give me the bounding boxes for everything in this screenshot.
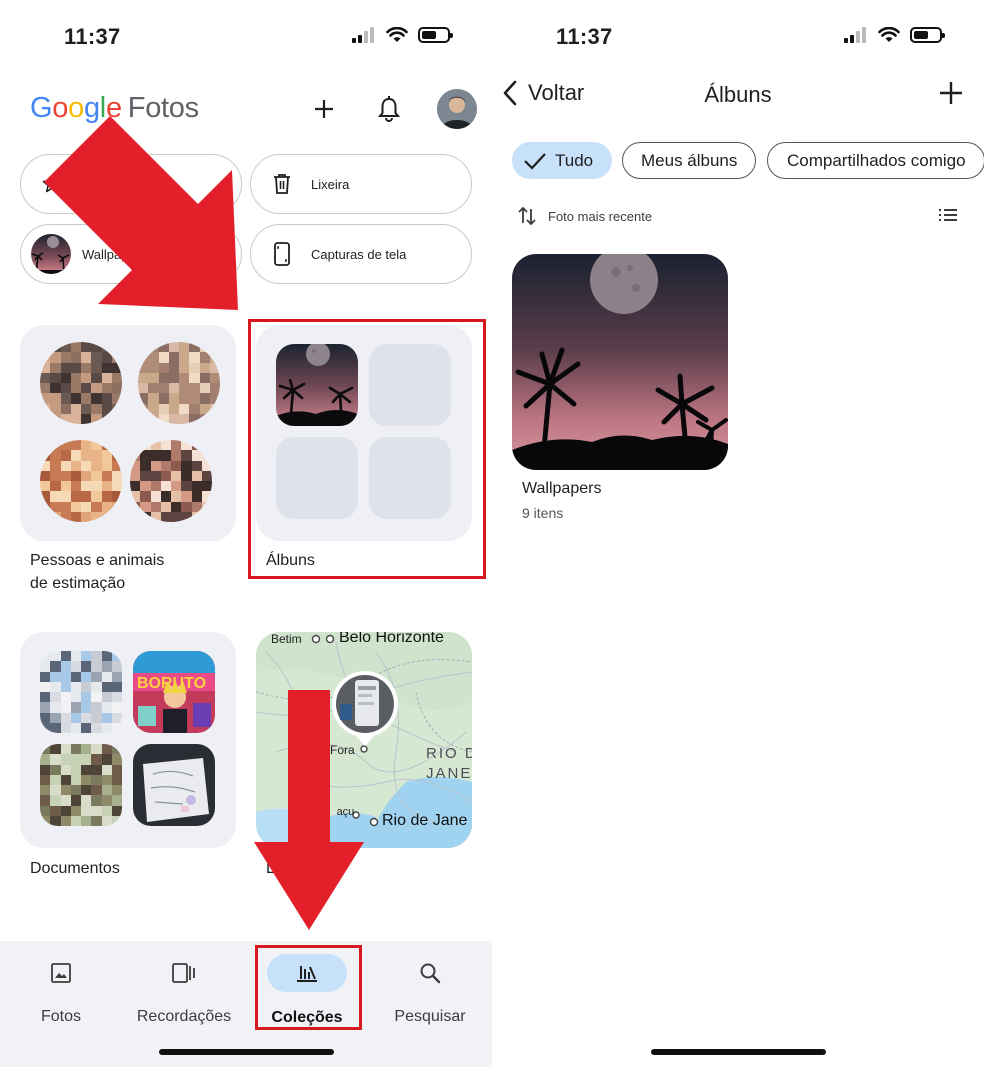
filter-chip-tudo[interactable]: Tudo	[512, 142, 613, 179]
list-view-icon[interactable]	[938, 207, 958, 228]
shortcut-trash[interactable]: Lixeira	[250, 154, 472, 214]
filter-chip-compartilhados[interactable]: Compartilhados comigo	[767, 142, 984, 179]
bell-icon[interactable]	[374, 94, 404, 124]
page-title: Álbuns	[704, 82, 772, 107]
document-thumbnail	[40, 744, 122, 826]
shortcut-label: Wallpapers	[82, 246, 147, 262]
memories-icon	[129, 958, 239, 988]
people-pets-card[interactable]	[20, 325, 236, 541]
people-pets-label: Pessoas e animais de estimação	[30, 552, 165, 592]
battery-icon	[910, 27, 945, 43]
status-time: 11:37	[556, 24, 613, 49]
star-icon	[41, 173, 63, 195]
documents-card[interactable]: BORUTO	[20, 632, 236, 848]
places-map-card[interactable]: Betim Belo Horizonte Fora RIO D JANEI Ri…	[256, 632, 472, 848]
google-photos-logo: Google Fotos	[30, 92, 199, 124]
album-cover-wallpapers[interactable]	[512, 254, 728, 470]
status-icons	[352, 27, 453, 43]
album-thumbnail	[31, 234, 71, 274]
signal-icon	[844, 27, 866, 43]
face-thumbnail	[130, 440, 212, 522]
shortcut-label: Lixeira	[311, 176, 350, 192]
map-label-juiz-de-fora: Fora	[330, 743, 355, 757]
face-thumbnail	[40, 342, 122, 424]
trash-icon	[271, 173, 293, 195]
nav-fotos[interactable]: Fotos	[6, 958, 116, 1026]
profile-avatar[interactable]	[437, 89, 477, 129]
filter-chip-meus-albuns[interactable]: Meus álbuns	[622, 142, 757, 179]
map-label-rio-de-janeiro: Rio de Jane	[382, 812, 468, 829]
documents-label: Documentos	[30, 860, 120, 877]
back-button[interactable]: Voltar	[502, 80, 584, 106]
home-indicator	[159, 1049, 334, 1055]
sort-label: Foto mais recente	[548, 208, 653, 224]
places-label: L	[266, 860, 275, 877]
photo-icon	[6, 958, 116, 988]
album-count: 9 itens	[522, 505, 564, 521]
search-icon	[375, 958, 485, 988]
shortcut-wallpapers[interactable]: Wallpapers	[20, 224, 242, 284]
sort-arrows-icon	[518, 206, 536, 226]
map-label-belo-horizonte: Belo Horizonte	[339, 632, 444, 646]
chevron-left-icon	[503, 80, 517, 106]
map-label-nova-iguacu: Nov açu	[301, 806, 355, 818]
shortcut-favorites[interactable]: Favo	[20, 154, 242, 214]
sort-control[interactable]: Foto mais recente	[518, 205, 652, 227]
map-label-state-rio: RIO D JANEI	[426, 745, 472, 782]
albums-screen: 11:37 Voltar Álbuns Tudo Meus álbuns Com…	[492, 0, 984, 1067]
phone-screenshot-icon	[271, 242, 293, 266]
wifi-icon	[386, 27, 408, 42]
check-icon	[523, 151, 547, 171]
shortcut-label: Capturas de tela	[311, 246, 407, 262]
nav-pesquisar[interactable]: Pesquisar	[375, 958, 485, 1026]
shortcut-screenshots[interactable]: Capturas de tela	[250, 224, 472, 284]
highlight-box-albums	[248, 319, 486, 579]
face-thumbnail	[40, 440, 122, 522]
plus-icon[interactable]	[938, 80, 968, 110]
status-time: 11:37	[64, 24, 121, 49]
shortcut-label: Favo	[81, 176, 110, 192]
document-thumbnail: BORUTO	[133, 651, 215, 733]
home-indicator	[651, 1049, 826, 1055]
collections-screen: 11:37 Google Fotos Favo Lixeira Wallpaper…	[0, 0, 492, 1067]
document-thumbnail	[40, 651, 122, 733]
battery-icon	[418, 27, 453, 43]
highlight-box-colecoes	[255, 945, 362, 1030]
map-label-betim: Betim	[271, 632, 302, 646]
back-label: Voltar	[528, 80, 585, 105]
signal-icon	[352, 27, 374, 43]
wifi-icon	[878, 27, 900, 42]
document-thumbnail	[133, 744, 215, 826]
nav-recordacoes[interactable]: Recordações	[129, 958, 239, 1026]
status-icons	[844, 27, 945, 43]
album-name: Wallpapers	[522, 480, 602, 497]
face-thumbnail	[138, 342, 220, 424]
plus-icon[interactable]	[309, 94, 339, 124]
